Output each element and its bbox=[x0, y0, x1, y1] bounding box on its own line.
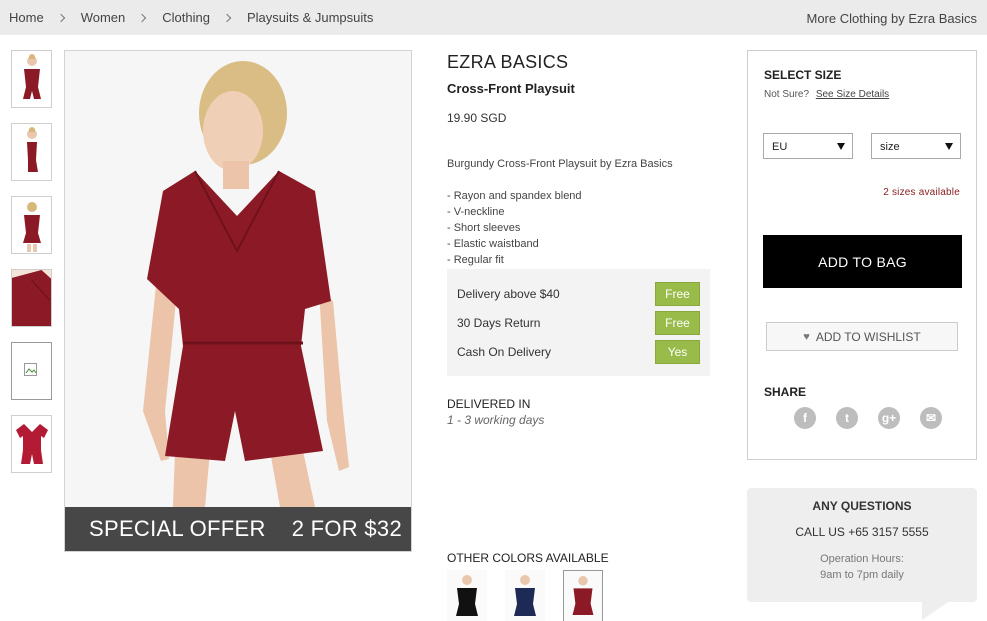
feature-item: - Short sleeves bbox=[447, 222, 521, 234]
delivery-title: DELIVERED IN bbox=[447, 397, 531, 411]
fabric-detail-image bbox=[12, 270, 51, 326]
perk-label: 30 Days Return bbox=[457, 315, 541, 330]
size-select[interactable]: size bbox=[871, 133, 961, 159]
model-figure-image bbox=[572, 576, 594, 615]
more-by-brand-link[interactable]: More Clothing by Ezra Basics bbox=[806, 11, 977, 26]
size-help: Not Sure? See Size Details bbox=[764, 89, 889, 100]
wishlist-label: ADD TO WISHLIST bbox=[815, 329, 921, 344]
offer-label: SPECIAL OFFER bbox=[89, 516, 266, 541]
perks-box: Delivery above $40 Free 30 Days Return F… bbox=[447, 269, 710, 376]
broken-image-icon bbox=[24, 363, 37, 376]
hours-value: 9am to 7pm daily bbox=[820, 569, 904, 581]
size-details-link[interactable]: See Size Details bbox=[816, 89, 889, 100]
offer-value: 2 FOR $32 bbox=[291, 516, 402, 541]
perk-cod: Cash On Delivery Yes bbox=[457, 337, 700, 366]
perk-label: Cash On Delivery bbox=[457, 344, 552, 359]
breadcrumb-clothing[interactable]: Clothing bbox=[162, 10, 210, 25]
thumbnail-side[interactable] bbox=[11, 123, 52, 181]
perk-return: 30 Days Return Free bbox=[457, 308, 700, 337]
feature-list: - Rayon and spandex blend - V-neckline -… bbox=[447, 188, 717, 268]
select-size-title: SELECT SIZE bbox=[764, 68, 842, 82]
size-panel: SELECT SIZE Not Sure? See Size Details E… bbox=[747, 50, 977, 460]
delivery-time: 1 - 3 working days bbox=[447, 413, 545, 427]
thumbnail-flat[interactable] bbox=[11, 415, 52, 473]
breadcrumb: Home Women Clothing Playsuits & Jumpsuit… bbox=[9, 10, 373, 25]
perk-badge: Free bbox=[655, 281, 700, 306]
feature-item: - Regular fit bbox=[447, 254, 504, 266]
model-figure-image bbox=[456, 575, 478, 616]
color-swatches bbox=[447, 570, 621, 621]
perk-label: Delivery above $40 bbox=[457, 286, 560, 301]
feature-item: - V-neckline bbox=[447, 206, 505, 218]
breadcrumb-playsuits[interactable]: Playsuits & Jumpsuits bbox=[247, 10, 373, 25]
model-photo bbox=[65, 51, 411, 507]
twitter-icon[interactable]: t bbox=[836, 407, 858, 429]
thumbnail-detail[interactable] bbox=[11, 269, 52, 327]
product-description: Burgundy Cross-Front Playsuit by Ezra Ba… bbox=[447, 158, 673, 170]
facebook-icon[interactable]: f bbox=[794, 407, 816, 429]
google-plus-icon[interactable]: g+ bbox=[878, 407, 900, 429]
model-figure-image bbox=[22, 54, 41, 99]
size-select-value: size bbox=[880, 141, 900, 153]
perk-delivery: Delivery above $40 Free bbox=[457, 279, 700, 308]
perk-badge: Free bbox=[655, 310, 700, 335]
thumbnail-broken-image[interactable] bbox=[11, 342, 52, 400]
model-figure-image bbox=[514, 575, 536, 616]
add-to-bag-button[interactable]: ADD TO BAG bbox=[763, 235, 962, 288]
not-sure-label: Not Sure? bbox=[764, 89, 810, 100]
breadcrumb-women[interactable]: Women bbox=[81, 10, 126, 25]
add-to-wishlist-button[interactable]: ♥ ADD TO WISHLIST bbox=[766, 322, 958, 351]
brand-name[interactable]: EZRA BASICS bbox=[447, 52, 717, 73]
product-title: Cross-Front Playsuit bbox=[447, 81, 575, 96]
model-figure-image bbox=[22, 202, 41, 252]
dropdown-arrow-icon bbox=[945, 143, 953, 150]
email-icon[interactable]: ✉ bbox=[920, 407, 942, 429]
feature-item: - Rayon and spandex blend bbox=[447, 190, 582, 202]
sizes-available-note: 2 sizes available bbox=[883, 187, 960, 198]
breadcrumb-bar: Home Women Clothing Playsuits & Jumpsuit… bbox=[0, 0, 987, 35]
share-title: SHARE bbox=[764, 385, 807, 399]
heart-icon: ♥ bbox=[803, 330, 810, 343]
operation-hours: Operation Hours: 9am to 7pm daily bbox=[747, 551, 977, 583]
other-colors-title: OTHER COLORS AVAILABLE bbox=[447, 551, 609, 565]
perk-badge: Yes bbox=[655, 339, 700, 364]
main-product-image[interactable]: SPECIAL OFFER 2 FOR $32 bbox=[64, 50, 412, 552]
feature-item: - Elastic waistband bbox=[447, 238, 539, 250]
thumbnail-front[interactable] bbox=[11, 50, 52, 108]
chevron-right-icon bbox=[138, 13, 147, 22]
chevron-right-icon bbox=[56, 13, 65, 22]
color-swatch-navy[interactable] bbox=[505, 570, 545, 621]
chevron-right-icon bbox=[222, 13, 232, 22]
color-swatch-burgundy-selected[interactable] bbox=[563, 570, 603, 621]
product-info: EZRA BASICS Cross-Front Playsuit 19.90 S… bbox=[447, 52, 717, 268]
size-region-select[interactable]: EU bbox=[763, 133, 853, 159]
dropdown-arrow-icon bbox=[837, 143, 845, 150]
social-share-icons: f t g+ ✉ bbox=[794, 407, 962, 429]
special-offer-banner: SPECIAL OFFER 2 FOR $32 bbox=[65, 507, 411, 551]
garment-flat-image bbox=[15, 424, 48, 464]
thumbnail-list bbox=[11, 50, 52, 488]
color-swatch-black[interactable] bbox=[447, 570, 487, 621]
model-figure-image bbox=[26, 127, 38, 172]
breadcrumb-home[interactable]: Home bbox=[9, 10, 44, 25]
questions-title: ANY QUESTIONS bbox=[812, 499, 912, 513]
call-us-phone[interactable]: CALL US +65 3157 5555 bbox=[747, 525, 977, 539]
hours-label: Operation Hours: bbox=[820, 553, 904, 565]
questions-box: ANY QUESTIONS CALL US +65 3157 5555 Oper… bbox=[747, 488, 977, 620]
thumbnail-back[interactable] bbox=[11, 196, 52, 254]
size-region-value: EU bbox=[772, 141, 788, 153]
product-price: 19.90 SGD bbox=[447, 111, 507, 125]
